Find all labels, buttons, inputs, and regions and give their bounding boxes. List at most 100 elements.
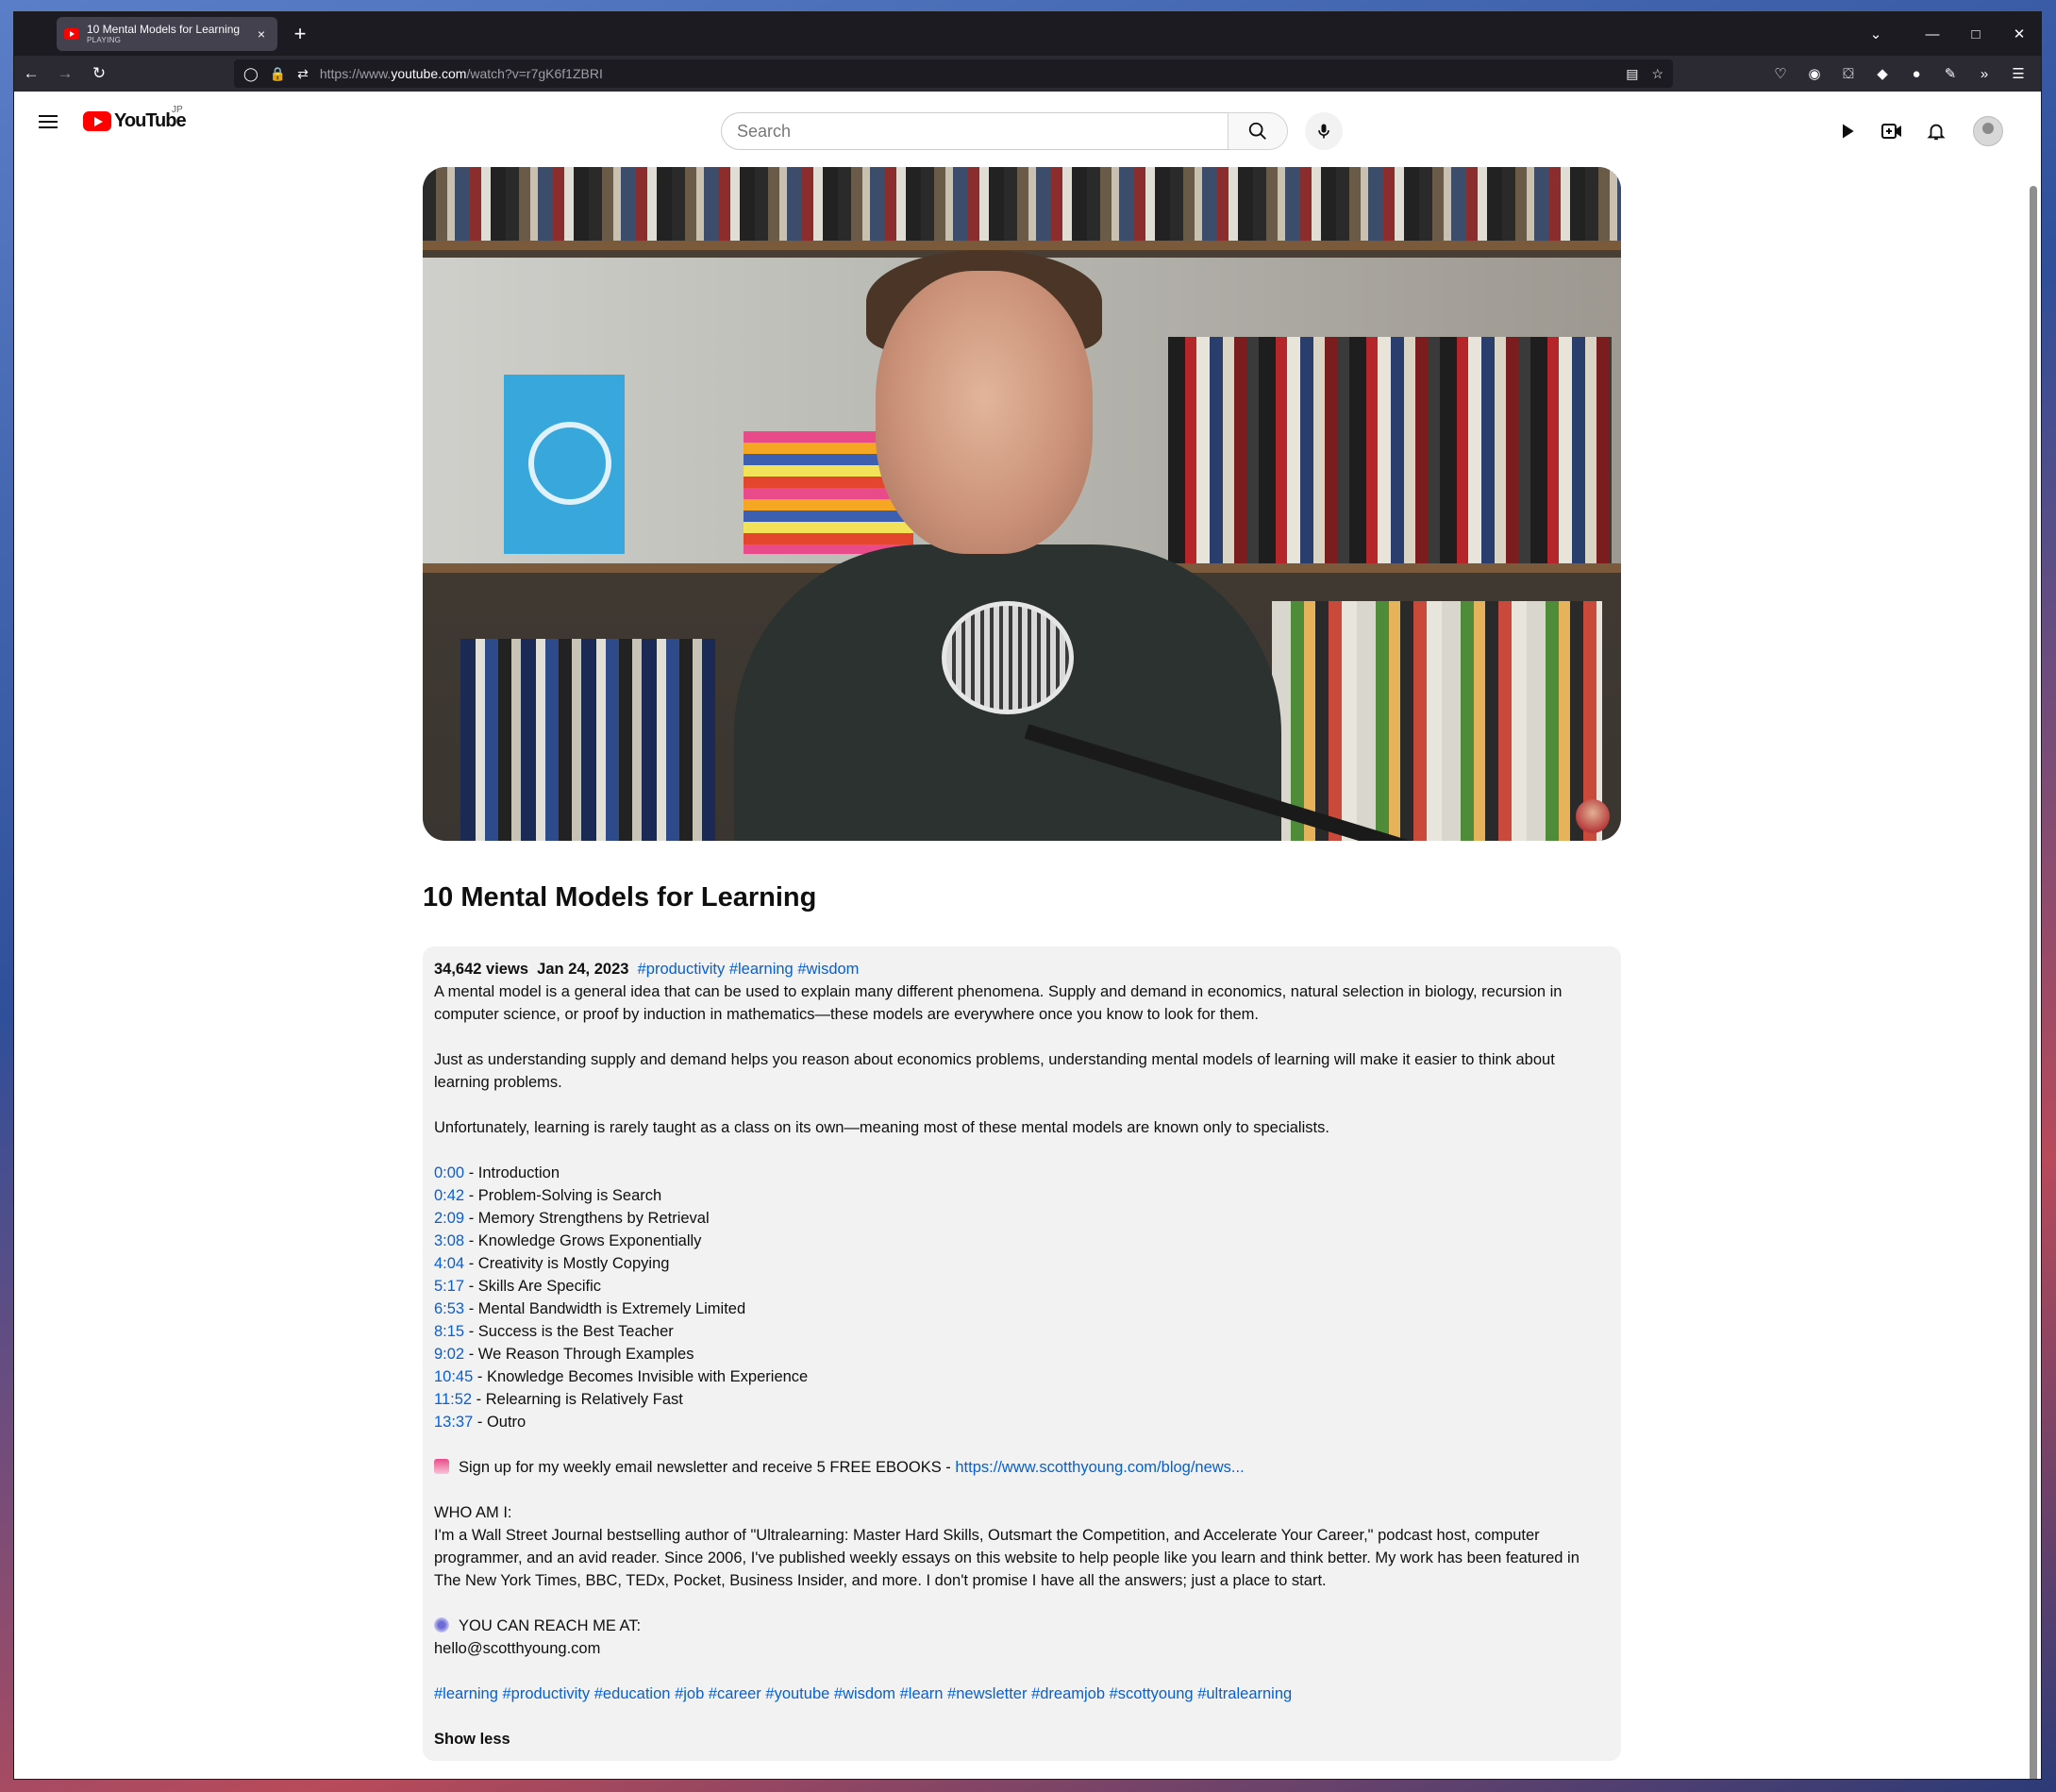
tab-title: 10 Mental Models for Learning (87, 23, 241, 36)
chapter-timestamp[interactable]: 0:00 (434, 1164, 464, 1181)
video-frame-bookshelf (423, 167, 1621, 248)
chapter-item: 13:37 - Outro (434, 1414, 527, 1431)
chapter-item: 5:17 - Skills Are Specific (434, 1278, 601, 1295)
yt-header: YouTube JP (14, 92, 2041, 158)
search-button[interactable] (1228, 112, 1288, 150)
nav-bar: ← → ↻ ◯ 🔒 ⇄ https://www.youtube.com/watc… (14, 56, 2041, 92)
forward-icon[interactable]: → (48, 64, 82, 83)
extension-gem-icon[interactable]: ◆ (1865, 65, 1899, 82)
page-scrollbar[interactable] (2030, 186, 2037, 1779)
url-bar[interactable]: ◯ 🔒 ⇄ https://www.youtube.com/watch?v=r7… (234, 59, 1673, 88)
notifications-bell-icon[interactable] (1917, 112, 1955, 150)
new-tab-button[interactable]: + (288, 22, 312, 46)
extension-github-icon[interactable]: ● (1899, 66, 1933, 82)
reader-view-icon[interactable]: ▤ (1626, 66, 1638, 82)
country-code: JP (172, 105, 183, 115)
chapter-timestamp[interactable]: 4:04 (434, 1255, 464, 1272)
chapter-item: 8:15 - Success is the Best Teacher (434, 1323, 674, 1340)
extension-pen-icon[interactable]: ✎ (1933, 65, 1967, 82)
bottom-hashtags: #learning #productivity #education #job … (434, 1683, 1610, 1705)
shield-icon[interactable]: ◯ (243, 66, 259, 82)
envelope-icon (434, 1617, 449, 1633)
maximize-icon[interactable]: □ (1954, 26, 1997, 42)
extension-globe-icon[interactable]: ◉ (1797, 65, 1831, 82)
lock-icon[interactable]: 🔒 (270, 66, 286, 82)
play-icon[interactable] (1829, 112, 1866, 150)
channel-watermark[interactable] (1576, 799, 1610, 833)
hashtag-link[interactable]: #learning (729, 961, 794, 978)
hashtag-link[interactable]: #youtube (765, 1685, 829, 1702)
search-input[interactable] (721, 112, 1228, 150)
hashtag-link[interactable]: #productivity (502, 1685, 590, 1702)
hamburger-menu-icon[interactable] (39, 115, 58, 128)
chapter-timestamp[interactable]: 0:42 (434, 1187, 464, 1204)
list-all-tabs-icon[interactable]: ⌄ (1854, 25, 1897, 42)
chapter-timestamp[interactable]: 6:53 (434, 1300, 464, 1317)
hashtag-link[interactable]: #job (675, 1685, 704, 1702)
header-actions (1829, 112, 2041, 150)
description-paragraph: Unfortunately, learning is rarely taught… (434, 1119, 1329, 1136)
newsletter-line: Sign up for my weekly email newsletter a… (434, 1456, 1610, 1479)
chapter-timestamp[interactable]: 9:02 (434, 1346, 464, 1363)
hashtag-link[interactable]: #wisdom (797, 961, 859, 978)
chapter-timestamp[interactable]: 10:45 (434, 1368, 473, 1385)
show-less-button[interactable]: Show less (434, 1728, 510, 1750)
url-text[interactable]: https://www.youtube.com/watch?v=r7gK6f1Z… (320, 66, 1613, 81)
bookmark-star-icon[interactable]: ☆ (1651, 66, 1663, 82)
tab-playing-label: PLAYING (87, 36, 122, 44)
newsletter-link[interactable]: https://www.scotthyoung.com/blog/news... (955, 1459, 1244, 1476)
overflow-chevron-icon[interactable]: » (1967, 66, 2001, 82)
top-hashtags: #productivity #learning #wisdom (638, 961, 860, 978)
menu-icon[interactable]: ☰ (2001, 65, 2035, 82)
who-paragraph: I'm a Wall Street Journal bestselling au… (434, 1527, 1580, 1589)
hashtag-link[interactable]: #scottyoung (1110, 1685, 1194, 1702)
tab-strip: 10 Mental Models for Learning PLAYING × … (14, 12, 2041, 56)
tab-active[interactable]: 10 Mental Models for Learning PLAYING × (57, 17, 277, 51)
window-controls: ⌄ — □ ✕ (1854, 12, 2041, 56)
pocket-icon[interactable]: ♡ (1763, 65, 1797, 82)
browser-window: 10 Mental Models for Learning PLAYING × … (13, 11, 2042, 1780)
create-video-icon[interactable] (1873, 112, 1911, 150)
description-meta: 34,642 views Jan 24, 2023 #productivity … (434, 958, 1610, 980)
close-window-icon[interactable]: ✕ (1997, 25, 2041, 42)
back-icon[interactable]: ← (14, 64, 48, 83)
microphone-icon (1318, 124, 1329, 139)
hashtag-link[interactable]: #education (594, 1685, 671, 1702)
hashtag-link[interactable]: #dreamjob (1031, 1685, 1105, 1702)
tab-close-icon[interactable]: × (253, 26, 270, 42)
chapter-timestamp[interactable]: 3:08 (434, 1232, 464, 1249)
description-paragraph: Just as understanding supply and demand … (434, 1051, 1555, 1091)
hashtag-link[interactable]: #career (709, 1685, 761, 1702)
hashtag-link[interactable]: #productivity (638, 961, 726, 978)
chapter-list: 0:00 - Introduction 0:42 - Problem-Solvi… (434, 1162, 1610, 1433)
search-icon (1248, 122, 1266, 140)
hashtag-link[interactable]: #learn (900, 1685, 944, 1702)
chapter-timestamp[interactable]: 8:15 (434, 1323, 464, 1340)
youtube-logo[interactable]: YouTube (83, 110, 187, 132)
voice-search-button[interactable] (1305, 112, 1343, 150)
chapter-timestamp[interactable]: 11:52 (434, 1391, 472, 1408)
video-player[interactable] (423, 167, 1621, 841)
chapter-item: 0:42 - Problem-Solving is Search (434, 1187, 662, 1204)
youtube-favicon-icon (64, 28, 79, 40)
chapter-item: 2:09 - Memory Strengthens by Retrieval (434, 1210, 710, 1227)
hashtag-link[interactable]: #wisdom (834, 1685, 895, 1702)
upload-date: Jan 24, 2023 (537, 961, 629, 978)
reach-heading: YOU CAN REACH ME AT: (434, 1615, 1610, 1637)
contact-email: hello@scotthyoung.com (434, 1640, 601, 1657)
hashtag-link[interactable]: #newsletter (947, 1685, 1027, 1702)
permissions-icon[interactable]: ⇄ (297, 66, 309, 82)
chapter-item: 3:08 - Knowledge Grows Exponentially (434, 1232, 702, 1249)
reload-icon[interactable]: ↻ (82, 64, 116, 83)
extensions-puzzle-icon[interactable]: ⛋ (1831, 66, 1865, 82)
avatar[interactable] (1973, 116, 2003, 146)
minimize-icon[interactable]: — (1911, 26, 1954, 42)
chapter-item: 9:02 - We Reason Through Examples (434, 1346, 694, 1363)
toolbar-right: ♡ ◉ ⛋ ◆ ● ✎ » ☰ (1763, 56, 2035, 92)
hashtag-link[interactable]: #learning (434, 1685, 498, 1702)
hashtag-link[interactable]: #ultralearning (1197, 1685, 1292, 1702)
chapter-timestamp[interactable]: 13:37 (434, 1414, 473, 1431)
video-description: 34,642 views Jan 24, 2023 #productivity … (423, 946, 1621, 1761)
chapter-timestamp[interactable]: 5:17 (434, 1278, 464, 1295)
chapter-timestamp[interactable]: 2:09 (434, 1210, 464, 1227)
